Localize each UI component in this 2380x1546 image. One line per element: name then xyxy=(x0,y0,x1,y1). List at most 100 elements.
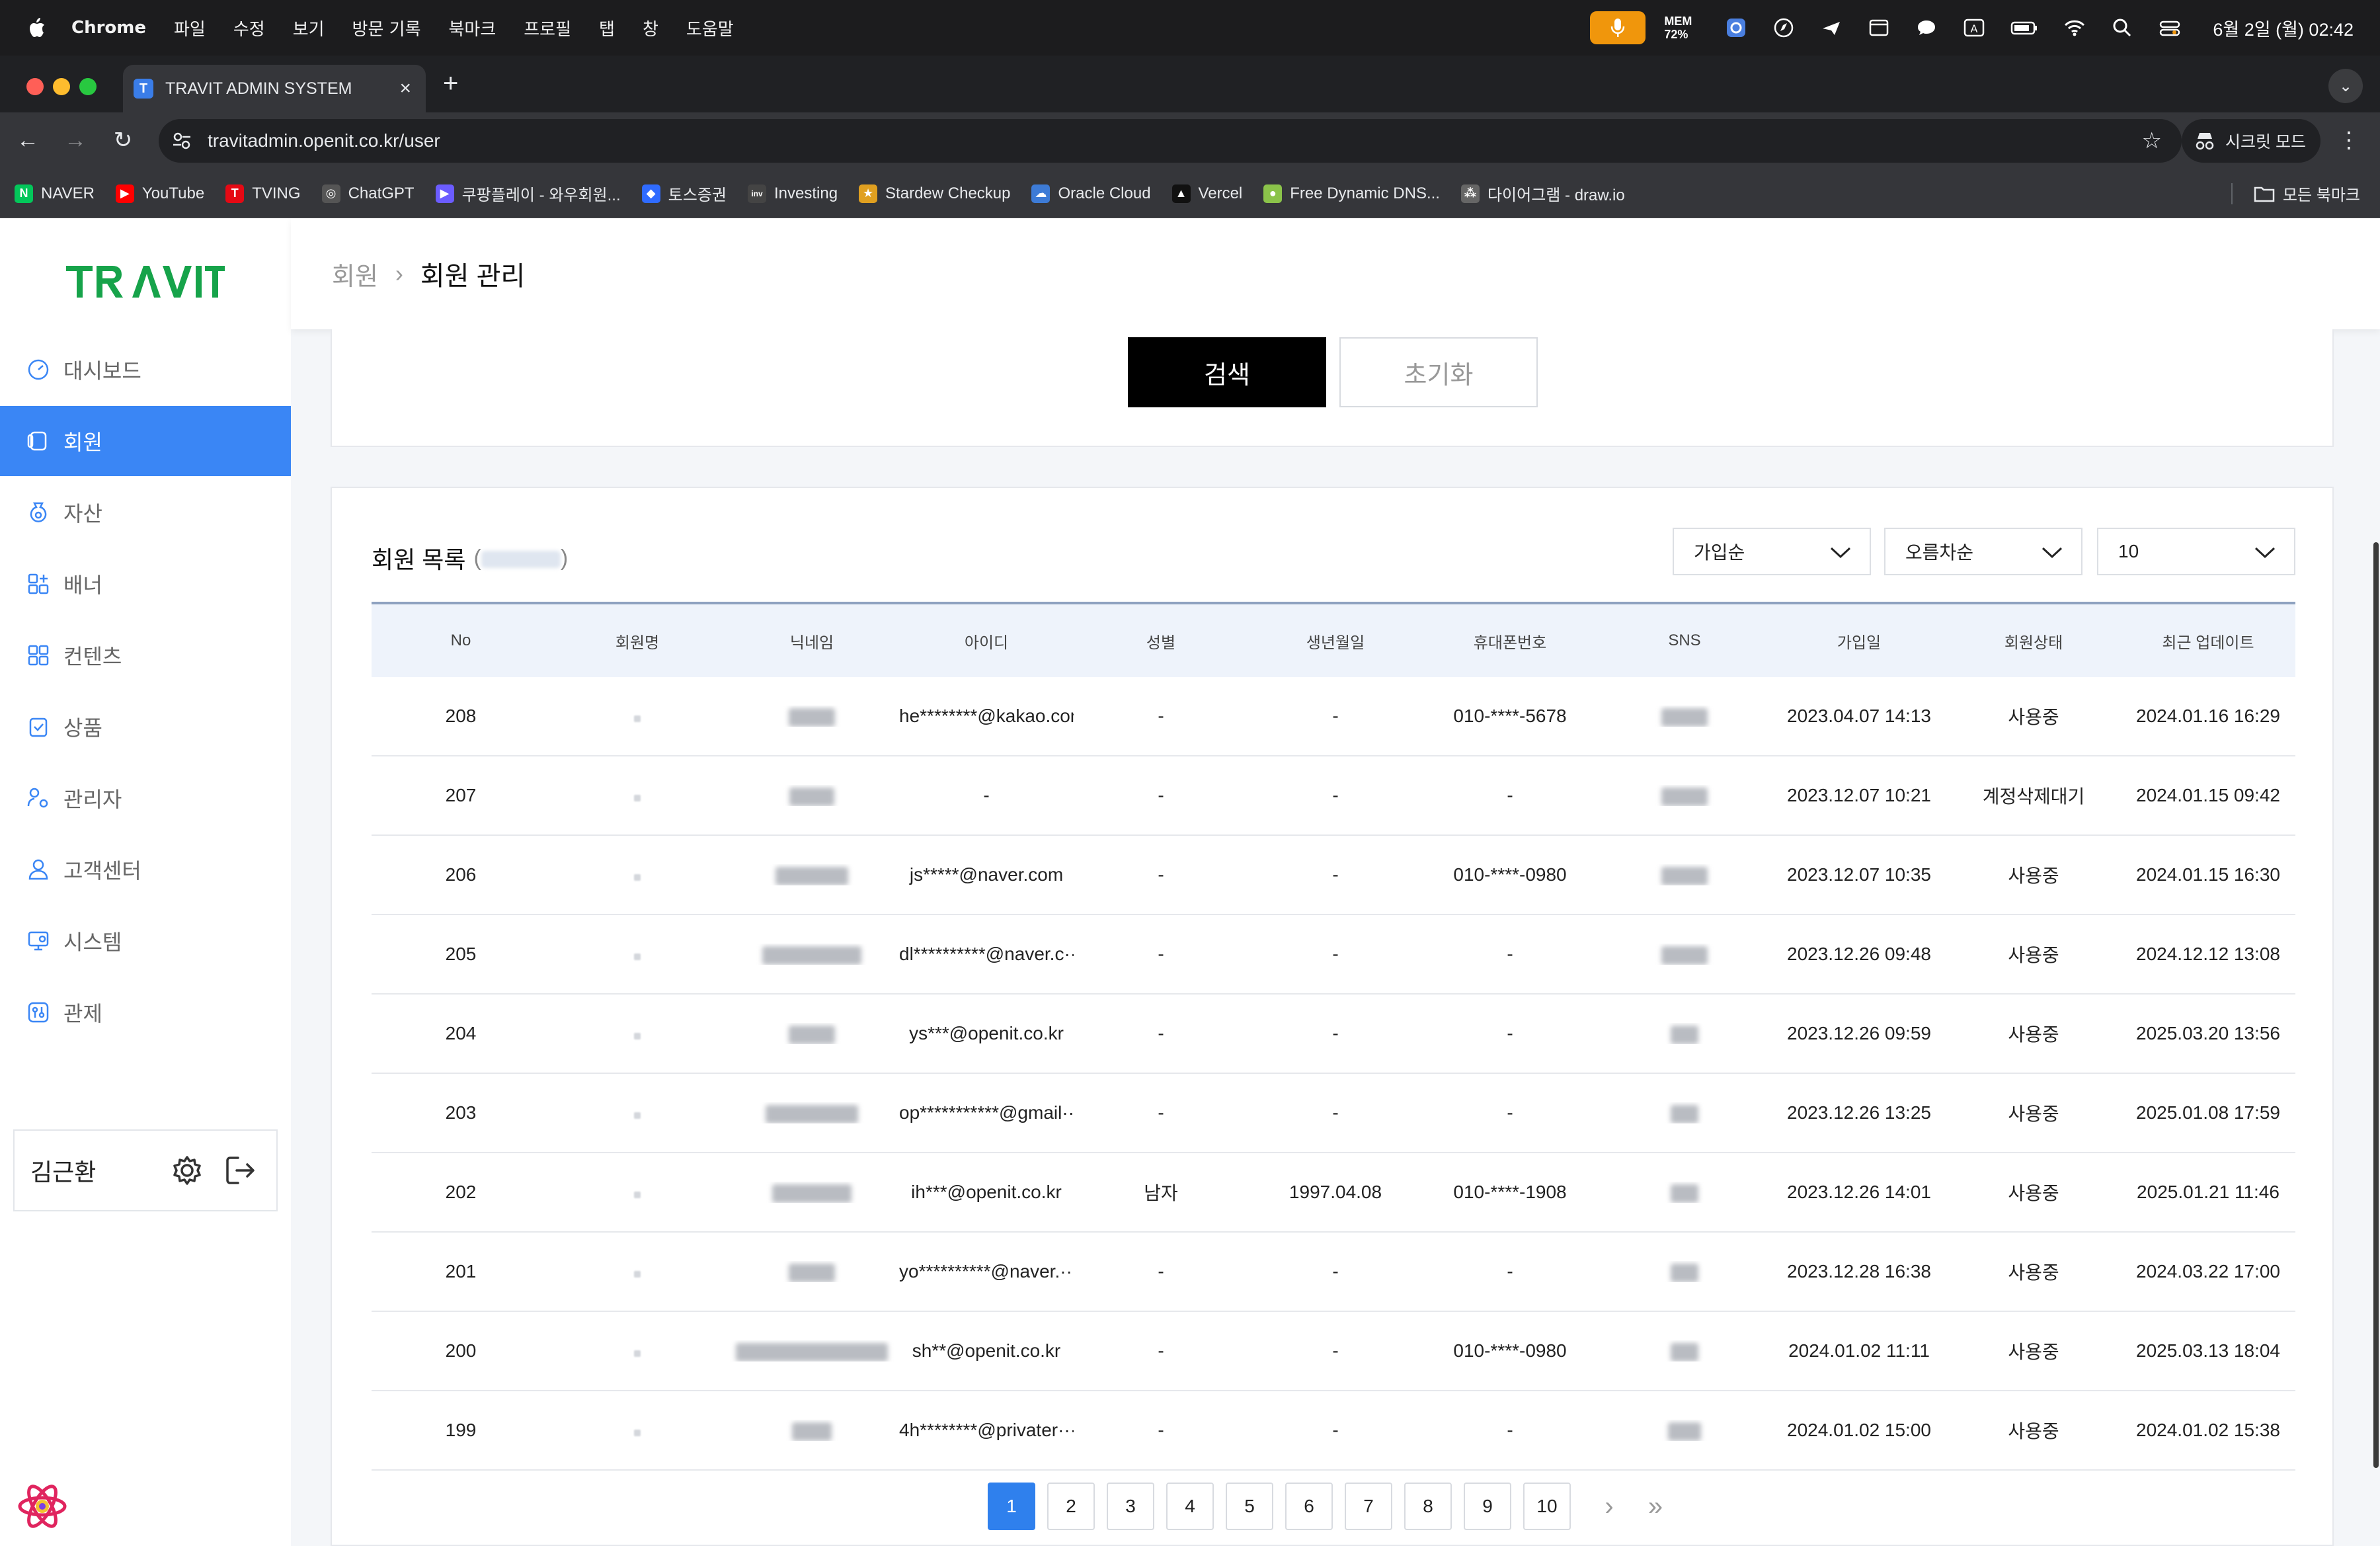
more-menu-icon[interactable]: ⋮ xyxy=(2338,127,2360,153)
close-window-button[interactable] xyxy=(26,78,44,95)
tab-search-chevron-icon[interactable]: ⌄ xyxy=(2328,69,2363,103)
sidebar-item-system[interactable]: 시스템 xyxy=(0,906,291,976)
page-button[interactable]: 1 xyxy=(988,1483,1035,1530)
table-row[interactable]: 200 sh**@openit.co.kr - - 010-****-0980 2024.… xyxy=(372,1312,2295,1391)
page-button[interactable]: 2 xyxy=(1047,1483,1095,1530)
menu-window[interactable]: 창 xyxy=(643,16,658,40)
close-tab-icon[interactable]: × xyxy=(399,77,411,100)
travit-logo[interactable] xyxy=(66,263,225,300)
bookmark-item[interactable]: inv Investing xyxy=(747,184,838,203)
table-row[interactable]: 203 op***********@gmail··· - - - 2023.12.26 1… xyxy=(372,1074,2295,1153)
table-row[interactable]: 208 he********@kakao.com - - 010-****-5678 20… xyxy=(372,677,2295,756)
incognito-button[interactable]: 시크릿 모드 xyxy=(2182,119,2320,163)
spotlight-search-icon[interactable] xyxy=(2111,17,2133,39)
page-button[interactable]: 7 xyxy=(1345,1483,1392,1530)
table-row[interactable]: 207 - - - - 2023.12.07 10:21 계정삭제대기 2024.01.15 … xyxy=(372,756,2295,836)
control-center-icon[interactable] xyxy=(2159,17,2181,39)
forward-arrow-icon[interactable]: → xyxy=(62,127,89,153)
sidebar-item-product[interactable]: 상품 xyxy=(0,692,291,762)
table-row[interactable]: 204 ys***@openit.co.kr - - - 2023.12.26 09:59… xyxy=(372,995,2295,1074)
sidebar-item-customer-center[interactable]: 고객센터 xyxy=(0,834,291,905)
page-button[interactable]: 5 xyxy=(1226,1483,1273,1530)
battery-icon[interactable] xyxy=(2010,17,2038,39)
menu-view[interactable]: 보기 xyxy=(293,16,325,40)
bookmark-list: N NAVER ▶ YouTube T TVING ◎ ChatGPT ▶ 쿠팡플레이 - 와우회… xyxy=(15,182,1646,205)
sidebar-item-monitoring[interactable]: 관제 xyxy=(0,977,291,1047)
window-icon[interactable] xyxy=(1868,17,1890,39)
sidebar-item-asset[interactable]: 자산 xyxy=(0,477,291,548)
page-button[interactable]: 3 xyxy=(1107,1483,1154,1530)
chat-bubble-icon[interactable] xyxy=(1915,17,1938,39)
microphone-icon[interactable] xyxy=(1590,11,1646,44)
address-bar[interactable]: travitadmin.openit.co.kr/user ☆ xyxy=(159,119,2182,163)
sidebar-item-dashboard[interactable]: 대시보드 xyxy=(0,335,291,405)
page-button[interactable]: 8 xyxy=(1404,1483,1452,1530)
table-row[interactable]: 206 js*****@naver.com - - 010-****-0980 2023.… xyxy=(372,836,2295,915)
menu-help[interactable]: 도움말 xyxy=(686,16,734,40)
sort-field-select[interactable]: 가입순 xyxy=(1673,528,1871,575)
wifi-icon[interactable] xyxy=(2063,17,2086,39)
bookmark-item[interactable]: ⁂ 다이어그램 - draw.io xyxy=(1460,182,1625,205)
menu-tab[interactable]: 탭 xyxy=(599,16,615,40)
back-arrow-icon[interactable]: ← xyxy=(15,127,41,153)
url-text[interactable]: travitadmin.openit.co.kr/user xyxy=(208,130,2142,151)
menu-history[interactable]: 방문 기록 xyxy=(352,16,421,40)
menu-bookmarks[interactable]: 북마크 xyxy=(449,16,496,40)
apple-icon[interactable] xyxy=(26,17,46,39)
table-row[interactable]: 202 ih***@openit.co.kr 남자 1997.04.08 010-***… xyxy=(372,1153,2295,1233)
breadcrumb-root[interactable]: 회원 xyxy=(332,256,378,292)
menu-app-chrome[interactable]: Chrome xyxy=(71,18,146,38)
site-settings-icon[interactable] xyxy=(171,130,193,152)
logout-icon[interactable] xyxy=(223,1154,257,1187)
sidebar-item-member[interactable]: 회원 xyxy=(0,406,291,476)
bookmark-item[interactable]: ☁ Oracle Cloud xyxy=(1031,184,1151,203)
settings-gear-icon[interactable] xyxy=(171,1154,204,1187)
browser-tab-active[interactable]: T TRAVIT ADMIN SYSTEM × xyxy=(123,65,426,112)
bookmark-item[interactable]: ▲ Vercel xyxy=(1171,184,1242,203)
page-size-select[interactable]: 10 xyxy=(2097,528,2295,575)
bookmark-item[interactable]: ▶ YouTube xyxy=(115,184,205,203)
sidebar-item-admin[interactable]: 관리자 xyxy=(0,763,291,833)
new-tab-icon[interactable]: + xyxy=(443,69,458,99)
bookmark-item[interactable]: T TVING xyxy=(225,184,301,203)
bookmark-label: YouTube xyxy=(141,184,205,202)
bookmark-item[interactable]: ◆ 토스증권 xyxy=(641,182,727,205)
bookmark-item[interactable]: ▶ 쿠팡플레이 - 와우회원... xyxy=(435,182,621,205)
search-button[interactable]: 검색 xyxy=(1128,337,1326,407)
zoom-window-button[interactable] xyxy=(79,78,97,95)
reload-icon[interactable]: ↻ xyxy=(110,127,136,153)
menubar-clock[interactable]: 6월 2일 (월) 02:42 xyxy=(2213,15,2354,41)
bookmark-star-icon[interactable]: ☆ xyxy=(2142,128,2162,154)
airplane-icon[interactable] xyxy=(1820,17,1843,39)
sort-order-select[interactable]: 오름차순 xyxy=(1884,528,2082,575)
bookmark-item[interactable]: ★ Stardew Checkup xyxy=(859,184,1010,203)
react-devtools-icon[interactable] xyxy=(15,1479,70,1534)
page-button[interactable]: 10 xyxy=(1523,1483,1571,1530)
page-button[interactable]: 6 xyxy=(1285,1483,1333,1530)
reset-button[interactable]: 초기화 xyxy=(1339,337,1538,407)
all-bookmarks-button[interactable]: 모든 북마크 xyxy=(2231,182,2360,205)
menu-profile[interactable]: 프로필 xyxy=(524,16,571,40)
input-source-icon[interactable]: A xyxy=(1963,17,1985,39)
page-scrollbar[interactable] xyxy=(2373,542,2379,1468)
compass-icon[interactable] xyxy=(1772,17,1795,39)
table-row[interactable]: 201 yo**********@naver.··· - - - 2023.12.28 1… xyxy=(372,1233,2295,1312)
last-page-icon[interactable]: » xyxy=(1636,1483,1675,1530)
cell-gender: 남자 xyxy=(1144,1183,1178,1203)
minimize-window-button[interactable] xyxy=(53,78,70,95)
memory-indicator[interactable]: MEM 72% xyxy=(1664,15,1692,41)
menu-file[interactable]: 파일 xyxy=(174,16,206,40)
table-row[interactable]: 199 4h********@privater··· - - - 2024.01.02 1… xyxy=(372,1391,2295,1471)
menu-edit[interactable]: 수정 xyxy=(233,16,265,40)
bookmark-item[interactable]: N NAVER xyxy=(15,184,95,203)
redacted-nickname xyxy=(792,1422,832,1441)
bookmark-item[interactable]: ● Free Dynamic DNS... xyxy=(1263,184,1440,203)
page-button[interactable]: 9 xyxy=(1464,1483,1511,1530)
page-button[interactable]: 4 xyxy=(1166,1483,1214,1530)
table-row[interactable]: 205 dl**********@naver.c··· - - - 2023.12.26 … xyxy=(372,915,2295,995)
sidebar-item-banner[interactable]: 배너 xyxy=(0,549,291,619)
app-status-icon[interactable] xyxy=(1725,17,1747,39)
next-page-icon[interactable]: › xyxy=(1589,1483,1629,1530)
bookmark-item[interactable]: ◎ ChatGPT xyxy=(321,184,415,203)
sidebar-item-content[interactable]: 컨텐츠 xyxy=(0,620,291,690)
